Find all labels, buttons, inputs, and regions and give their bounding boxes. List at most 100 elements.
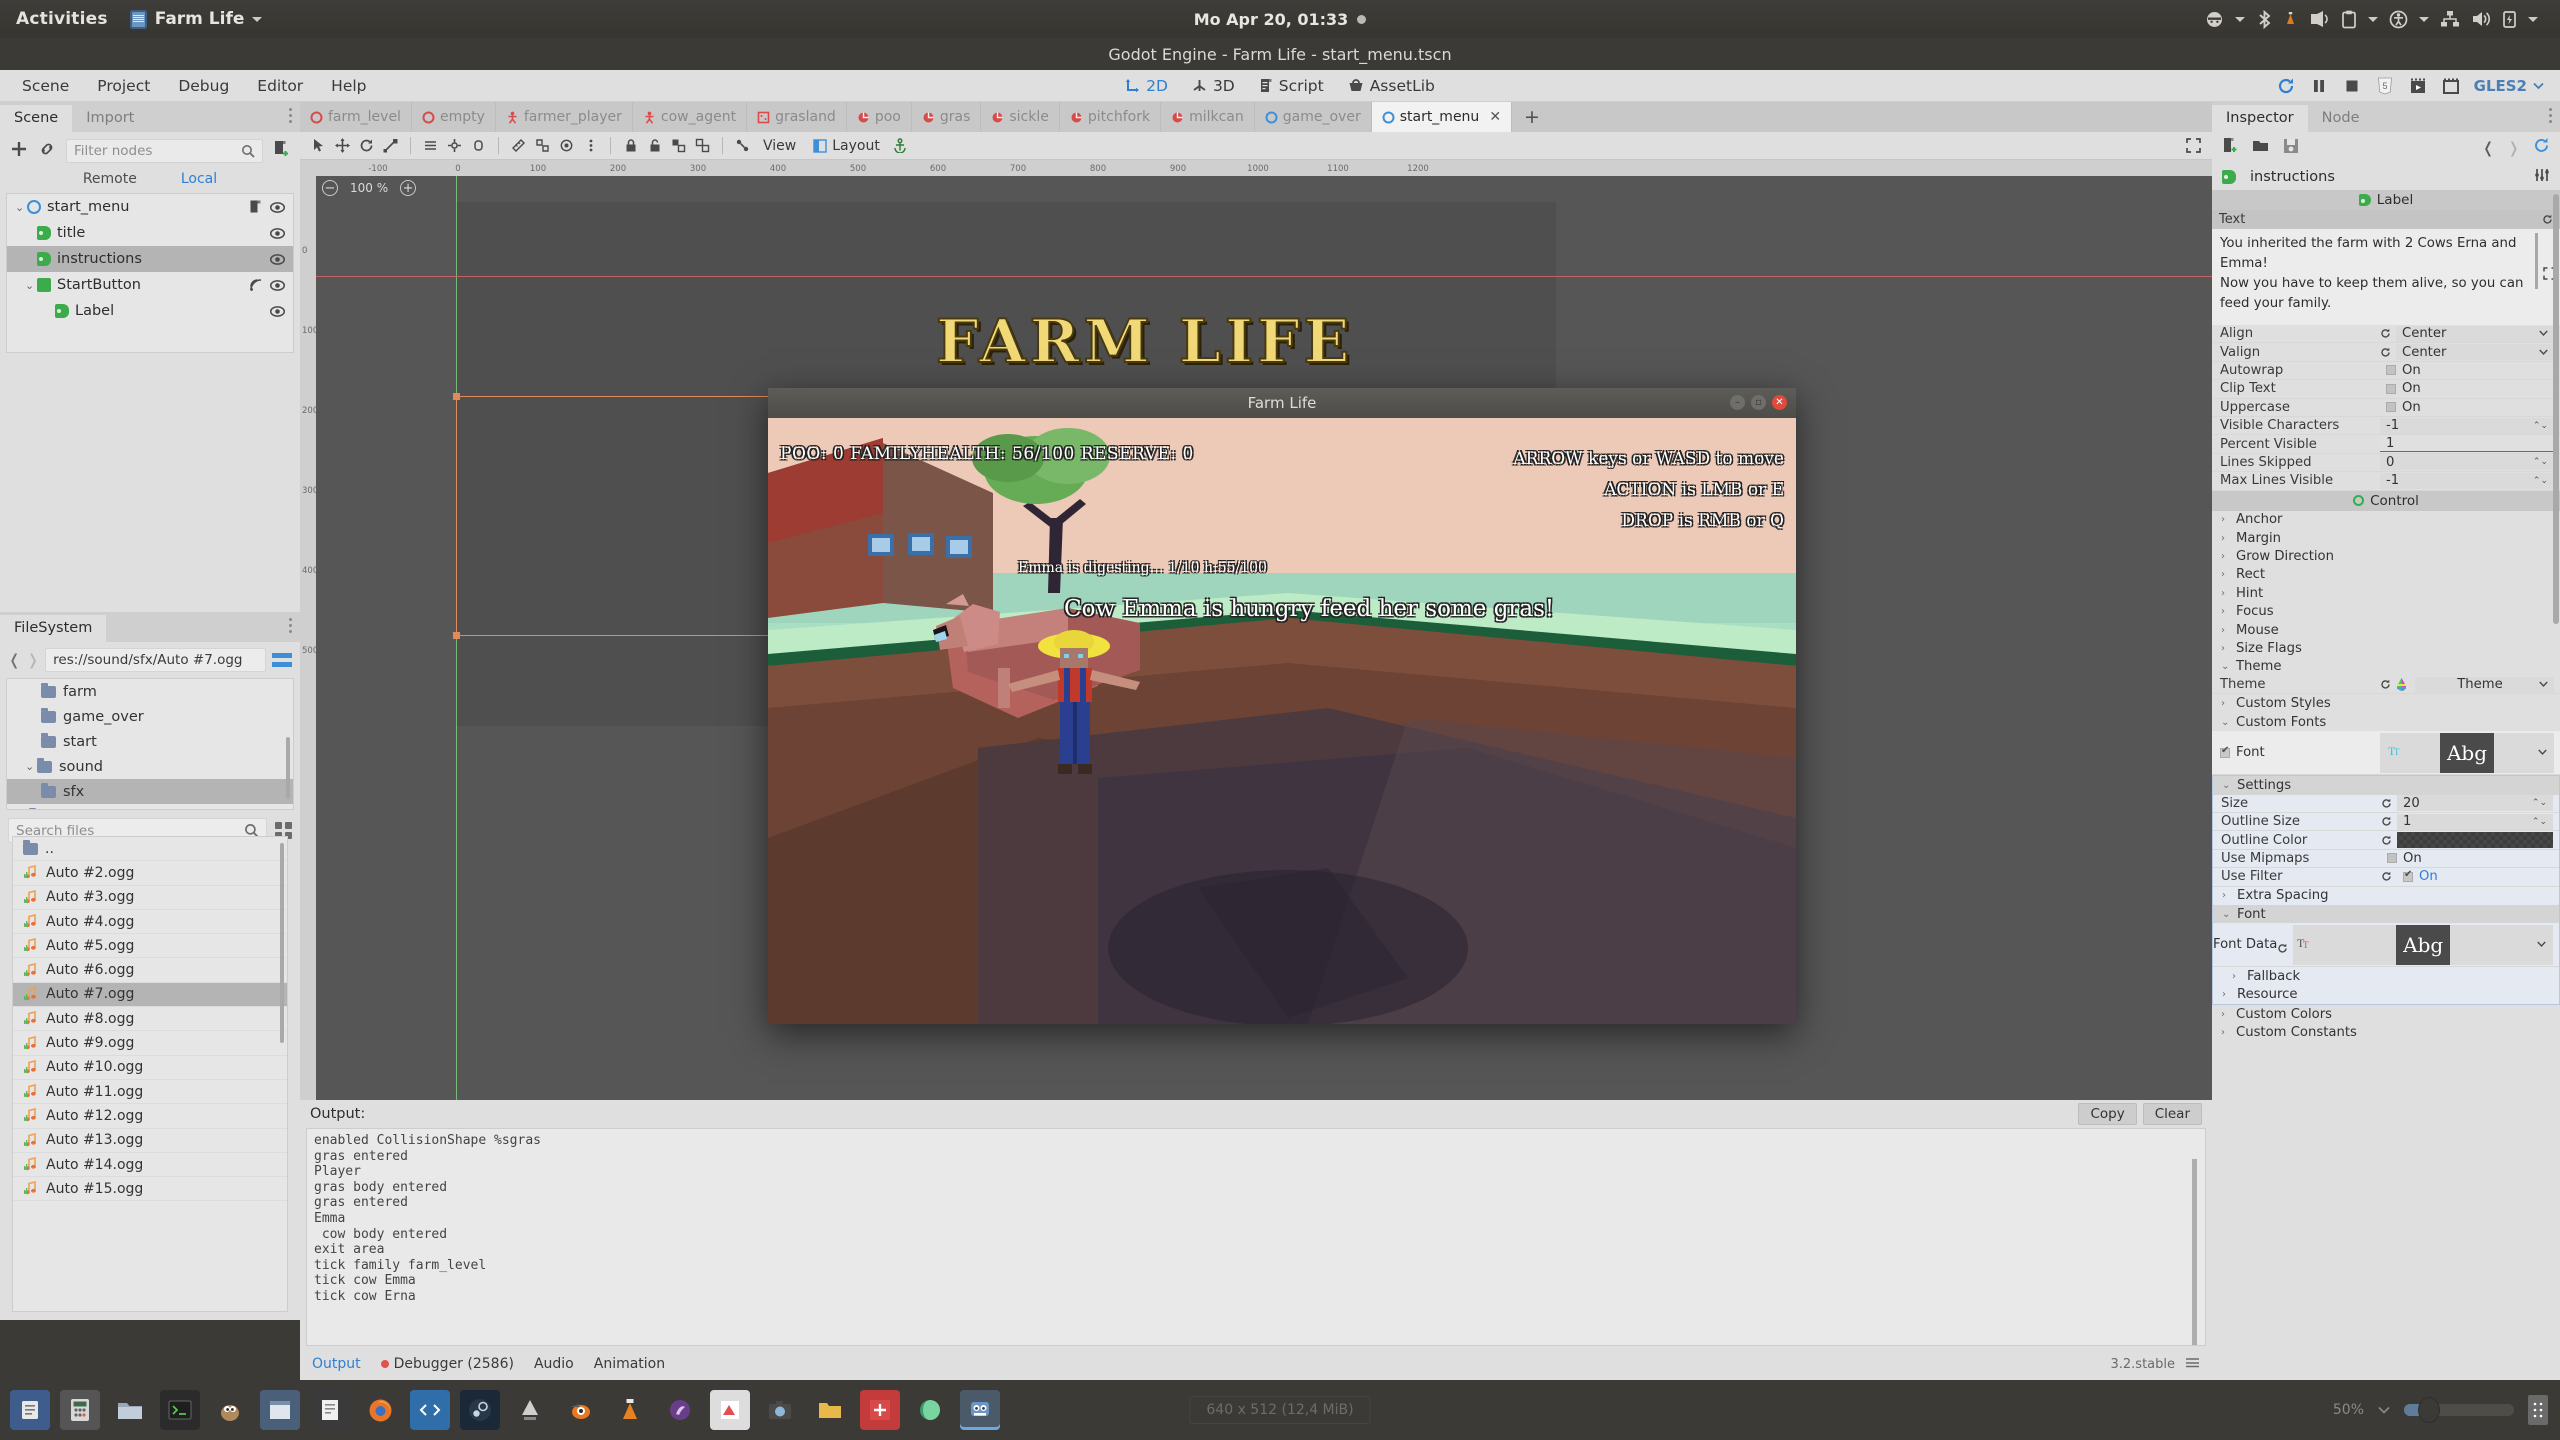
property-value[interactable]: 1 [2380,436,2554,453]
copy-button[interactable]: Copy [2078,1103,2137,1125]
property-value[interactable]: 0 ⌃⌄ [2380,454,2554,471]
list-item[interactable]: Auto #5.ogg [13,934,287,959]
property-lines-skipped[interactable]: Lines Skipped 0 ⌃⌄ [2212,454,2560,473]
move-tool-icon[interactable] [332,135,353,156]
chevron-down-icon[interactable] [2368,16,2378,22]
bottom-tab-audio[interactable]: Audio [534,1356,574,1372]
fold-hint[interactable]: › Hint [2212,584,2560,602]
chevron-down-icon[interactable]: ⌄ [25,279,37,292]
checkbox[interactable] [2403,869,2413,882]
fold-resource[interactable]: › Resource [2213,986,2559,1004]
property-percent-visible[interactable]: Percent Visible 1 [2212,435,2560,454]
fold-margin[interactable]: › Margin [2212,529,2560,547]
scene-tree-item-instructions[interactable]: instructions [7,246,293,272]
list-item[interactable]: Auto #14.ogg [13,1153,287,1178]
property-value[interactable]: Theme [2415,676,2554,693]
chevron-down-icon[interactable] [2235,16,2245,22]
menu-help[interactable]: Help [317,70,380,102]
list-item[interactable]: Auto #9.ogg [13,1031,287,1056]
dock-menu-icon[interactable] [289,618,292,633]
clock[interactable]: Mo Apr 20, 01:33 [0,10,2560,29]
signal-icon[interactable] [249,278,263,292]
inspector-scrollbar[interactable] [2553,194,2559,624]
menu-editor[interactable]: Editor [243,70,317,102]
scene-tab-poo[interactable]: poo [846,102,912,132]
fold-fallback[interactable]: › Fallback [2213,967,2559,985]
list-item[interactable]: Auto #15.ogg [13,1177,287,1202]
chevron-down-icon[interactable]: ⌄ [15,201,27,214]
revert-icon[interactable] [2381,798,2392,809]
split-mode-icon[interactable] [272,653,292,667]
property-clip-text[interactable]: Clip Text On [2212,380,2560,399]
property-font[interactable]: Font TT Abg [2212,731,2560,776]
fold-focus[interactable]: › Focus [2212,602,2560,620]
bottom-tab-debugger[interactable]: Debugger (2586) [380,1356,514,1372]
camera-icon[interactable] [760,1390,800,1430]
history-icon[interactable] [2533,137,2550,158]
fold-theme[interactable]: ⌄ Theme [2212,658,2560,676]
tab-filesystem[interactable]: FileSystem [0,615,107,642]
expand-bottom-panel-icon[interactable] [2185,1357,2200,1372]
anchor-icon[interactable] [890,135,911,156]
group-icon[interactable] [668,135,689,156]
scene-tab-pitchfork[interactable]: pitchfork [1059,102,1162,132]
close-icon[interactable]: ✕ [1489,109,1501,125]
list-item[interactable]: Auto #13.ogg [13,1129,287,1153]
visibility-icon[interactable] [269,252,286,267]
list-item[interactable]: Auto #10.ogg [13,1056,287,1080]
calculator-icon[interactable] [60,1390,100,1430]
history-next-icon[interactable]: ❭ [2507,139,2520,157]
nautilus-icon[interactable] [110,1390,150,1430]
scene-tab-milkcan[interactable]: milkcan [1161,102,1255,132]
text-area-scrollbar[interactable] [2535,233,2538,289]
snap-config-icon[interactable] [556,135,577,156]
property-value[interactable]: 1 ⌃⌄ [2397,813,2553,830]
bottom-tab-animation[interactable]: Animation [594,1356,665,1372]
select-tool-icon[interactable] [308,135,329,156]
property-value[interactable]: Center [2396,325,2554,342]
fold-custom-styles[interactable]: › Custom Styles [2212,694,2560,712]
scene-tab-farm_level[interactable]: farm_level [300,102,412,132]
chevron-right-icon[interactable]: ❭ [27,651,40,669]
property-outline-color[interactable]: Outline Color [2213,831,2559,850]
vlc-icon[interactable] [2284,11,2297,27]
window-icon[interactable] [260,1390,300,1430]
checkbox[interactable] [2386,365,2396,376]
fold-mouse[interactable]: › Mouse [2212,621,2560,639]
fold-custom-colors[interactable]: › Custom Colors [2212,1005,2560,1023]
property-uppercase[interactable]: Uppercase On [2212,399,2560,417]
revert-icon[interactable] [2277,939,2288,953]
screencast-icon[interactable] [2308,10,2330,28]
fold-settings[interactable]: ⌄ Settings [2213,776,2559,795]
color-swatch[interactable] [2397,832,2553,849]
scene-tree-item-Label[interactable]: Label [7,298,293,324]
fold-font[interactable]: ⌄ Font [2213,904,2559,924]
skeleton-icon[interactable] [732,135,753,156]
rotate-tool-icon[interactable] [356,135,377,156]
game-window-titlebar[interactable]: Farm Life – ▫ ✕ [768,388,1796,418]
property-use-filter[interactable]: Use Filter On [2213,868,2559,887]
list-item[interactable]: Auto #4.ogg [13,910,287,935]
show-desktop-icon[interactable] [2528,1395,2548,1425]
folder-icon[interactable] [810,1390,850,1430]
tab-script[interactable]: Script [1249,77,1334,95]
scene-tree-item-start_menu[interactable]: ⌄ start_menu [7,194,293,220]
minimize-icon[interactable]: – [1730,395,1745,410]
list-item[interactable]: Auto #6.ogg [13,958,287,983]
ball-icon[interactable] [910,1390,950,1430]
scene-tab-cow_agent[interactable]: cow_agent [632,102,748,132]
fold-custom-fonts[interactable]: ⌄ Custom Fonts [2212,713,2560,731]
fold-rect[interactable]: › Rect [2212,566,2560,584]
vlc-icon[interactable] [610,1390,650,1430]
play-scene-icon[interactable] [2408,76,2428,96]
chevron-down-icon[interactable] [2378,1406,2390,1414]
scene-tab-farmer_player[interactable]: farmer_player [495,102,633,132]
chevron-left-icon[interactable]: ❬ [8,651,21,669]
revert-icon[interactable] [2542,214,2553,225]
save-resource-icon[interactable] [2283,138,2299,158]
scene-tab-start_menu[interactable]: start_menu ✕ [1371,102,1513,132]
zoom-slider-knob[interactable] [2418,1397,2440,1423]
fold-grow-direction[interactable]: › Grow Direction [2212,547,2560,565]
volume-icon[interactable] [2471,10,2491,28]
play-project-icon[interactable] [2276,76,2296,96]
